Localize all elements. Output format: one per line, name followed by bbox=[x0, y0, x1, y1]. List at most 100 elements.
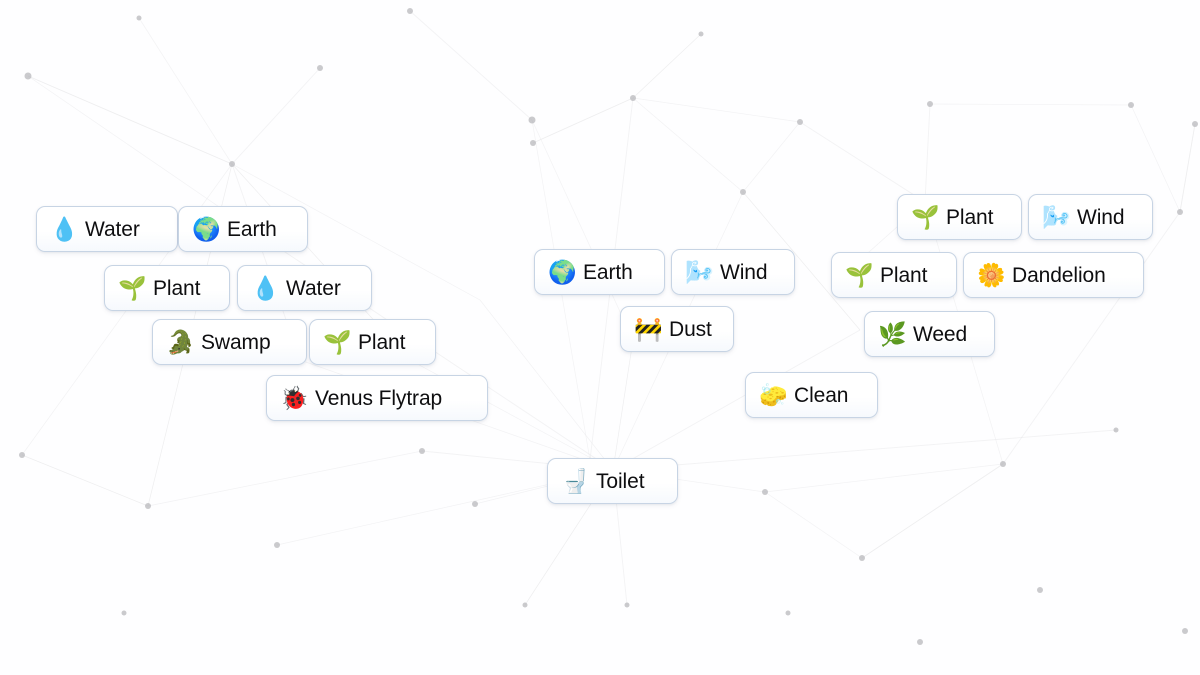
network-edge bbox=[612, 429, 1117, 471]
network-edge bbox=[764, 491, 863, 559]
wind-face-icon: 🌬️ bbox=[1042, 203, 1071, 230]
element-node-swamp-1[interactable]: 🐊 Swamp bbox=[152, 319, 307, 365]
seedling-icon: 🌱 bbox=[911, 203, 940, 230]
element-node-plant-2[interactable]: 🌱 Plant bbox=[309, 319, 436, 365]
network-dot bbox=[229, 161, 235, 167]
network-edge bbox=[479, 299, 614, 471]
element-node-label: Dust bbox=[669, 317, 712, 341]
element-node-label: Earth bbox=[227, 217, 277, 241]
element-node-plant-3[interactable]: 🌱 Plant bbox=[897, 194, 1022, 240]
element-node-plant-1[interactable]: 🌱 Plant bbox=[104, 265, 230, 311]
network-edge bbox=[632, 33, 702, 99]
element-node-label: Dandelion bbox=[1012, 263, 1106, 287]
element-node-label: Wind bbox=[720, 260, 768, 284]
element-node-earth-2[interactable]: 🌍 Earth bbox=[534, 249, 665, 295]
element-node-label: Clean bbox=[794, 383, 849, 407]
water-droplet-icon: 💧 bbox=[50, 215, 79, 242]
network-dot bbox=[1000, 461, 1006, 467]
network-dot bbox=[528, 116, 536, 124]
network-dot bbox=[1128, 102, 1134, 108]
element-node-wind-2[interactable]: 🌬️ Wind bbox=[1028, 194, 1153, 240]
earth-globe-icon: 🌍 bbox=[192, 215, 221, 242]
network-dot bbox=[1113, 427, 1119, 433]
blossom-icon: 🌼 bbox=[977, 261, 1006, 288]
element-node-earth-1[interactable]: 🌍 Earth bbox=[178, 206, 308, 252]
network-dot bbox=[1037, 587, 1043, 593]
network-edge bbox=[742, 121, 801, 193]
element-node-label: Plant bbox=[358, 330, 406, 354]
element-node-water-2[interactable]: 💧 Water bbox=[237, 265, 372, 311]
element-node-dandelion-1[interactable]: 🌼 Dandelion bbox=[963, 252, 1144, 298]
network-dot bbox=[859, 555, 865, 561]
network-dot bbox=[785, 610, 791, 616]
network-dot bbox=[472, 501, 478, 507]
network-edge bbox=[27, 75, 233, 165]
network-dot bbox=[522, 602, 528, 608]
network-dot bbox=[274, 542, 280, 548]
network-dot bbox=[24, 72, 32, 80]
element-node-label: Venus Flytrap bbox=[315, 386, 443, 410]
network-edge bbox=[409, 10, 533, 121]
toilet-icon: 🚽 bbox=[561, 467, 590, 494]
element-node-label: Toilet bbox=[596, 469, 645, 493]
network-edge bbox=[1002, 211, 1181, 465]
network-edge bbox=[138, 17, 233, 165]
network-dot bbox=[19, 452, 25, 458]
network-edge bbox=[147, 450, 423, 507]
craft-board[interactable]: 💧 Water 🌍 Earth 🌱 Plant 💧 Water 🐊 Swamp 🌱 Plant 🐞 Ven… bbox=[0, 0, 1200, 675]
network-dot bbox=[530, 140, 536, 146]
element-node-dust-1[interactable]: 🚧 Dust bbox=[620, 306, 734, 352]
water-droplet-icon: 💧 bbox=[251, 274, 280, 301]
dust-rock-icon: 🚧 bbox=[634, 315, 663, 342]
network-edge bbox=[799, 121, 926, 203]
element-node-plant-4[interactable]: 🌱 Plant bbox=[831, 252, 957, 298]
element-node-wind-1[interactable]: 🌬️ Wind bbox=[671, 249, 795, 295]
element-node-label: Plant bbox=[153, 276, 201, 300]
network-dot bbox=[624, 602, 630, 608]
element-node-label: Plant bbox=[946, 205, 994, 229]
element-node-toilet-1[interactable]: 🚽 Toilet bbox=[547, 458, 678, 504]
element-node-label: Weed bbox=[913, 322, 968, 346]
network-dot bbox=[797, 119, 803, 125]
network-dot bbox=[1192, 121, 1198, 127]
network-dot bbox=[1177, 209, 1183, 215]
element-node-venus-flytrap[interactable]: 🐞 Venus Flytrap bbox=[266, 375, 488, 421]
network-dot bbox=[740, 189, 746, 195]
network-dot bbox=[1182, 628, 1188, 634]
bug-icon: 🐞 bbox=[280, 384, 309, 411]
network-edge bbox=[21, 454, 149, 507]
element-node-label: Wind bbox=[1077, 205, 1125, 229]
network-dot bbox=[407, 8, 413, 14]
network-edge bbox=[924, 103, 931, 203]
element-node-label: Water bbox=[85, 217, 140, 241]
network-edge bbox=[632, 97, 801, 123]
network-edge bbox=[632, 97, 744, 193]
element-node-label: Plant bbox=[880, 263, 928, 287]
network-edge bbox=[764, 463, 1004, 493]
herb-icon: 🌿 bbox=[878, 320, 907, 347]
network-edge bbox=[231, 67, 321, 165]
network-dot bbox=[121, 610, 127, 616]
element-node-weed-1[interactable]: 🌿 Weed bbox=[864, 311, 995, 357]
network-dot bbox=[698, 31, 704, 37]
network-edge bbox=[861, 463, 1004, 559]
element-node-label: Swamp bbox=[201, 330, 271, 354]
element-node-label: Earth bbox=[583, 260, 633, 284]
seedling-icon: 🌱 bbox=[323, 328, 352, 355]
element-node-label: Water bbox=[286, 276, 341, 300]
network-dot bbox=[419, 448, 425, 454]
seedling-icon: 🌱 bbox=[118, 274, 147, 301]
network-dot bbox=[145, 503, 151, 509]
network-dot bbox=[136, 15, 142, 21]
network-dot bbox=[917, 639, 923, 645]
network-dot bbox=[762, 489, 768, 495]
element-node-water-1[interactable]: 💧 Water bbox=[36, 206, 178, 252]
network-edge bbox=[1179, 123, 1196, 213]
network-dot bbox=[317, 65, 323, 71]
wind-face-icon: 🌬️ bbox=[685, 258, 714, 285]
element-node-clean-1[interactable]: 🧽 Clean bbox=[745, 372, 878, 418]
network-dot bbox=[630, 95, 636, 101]
network-edge bbox=[531, 119, 634, 341]
network-edge bbox=[612, 339, 634, 471]
earth-globe-icon: 🌍 bbox=[548, 258, 577, 285]
